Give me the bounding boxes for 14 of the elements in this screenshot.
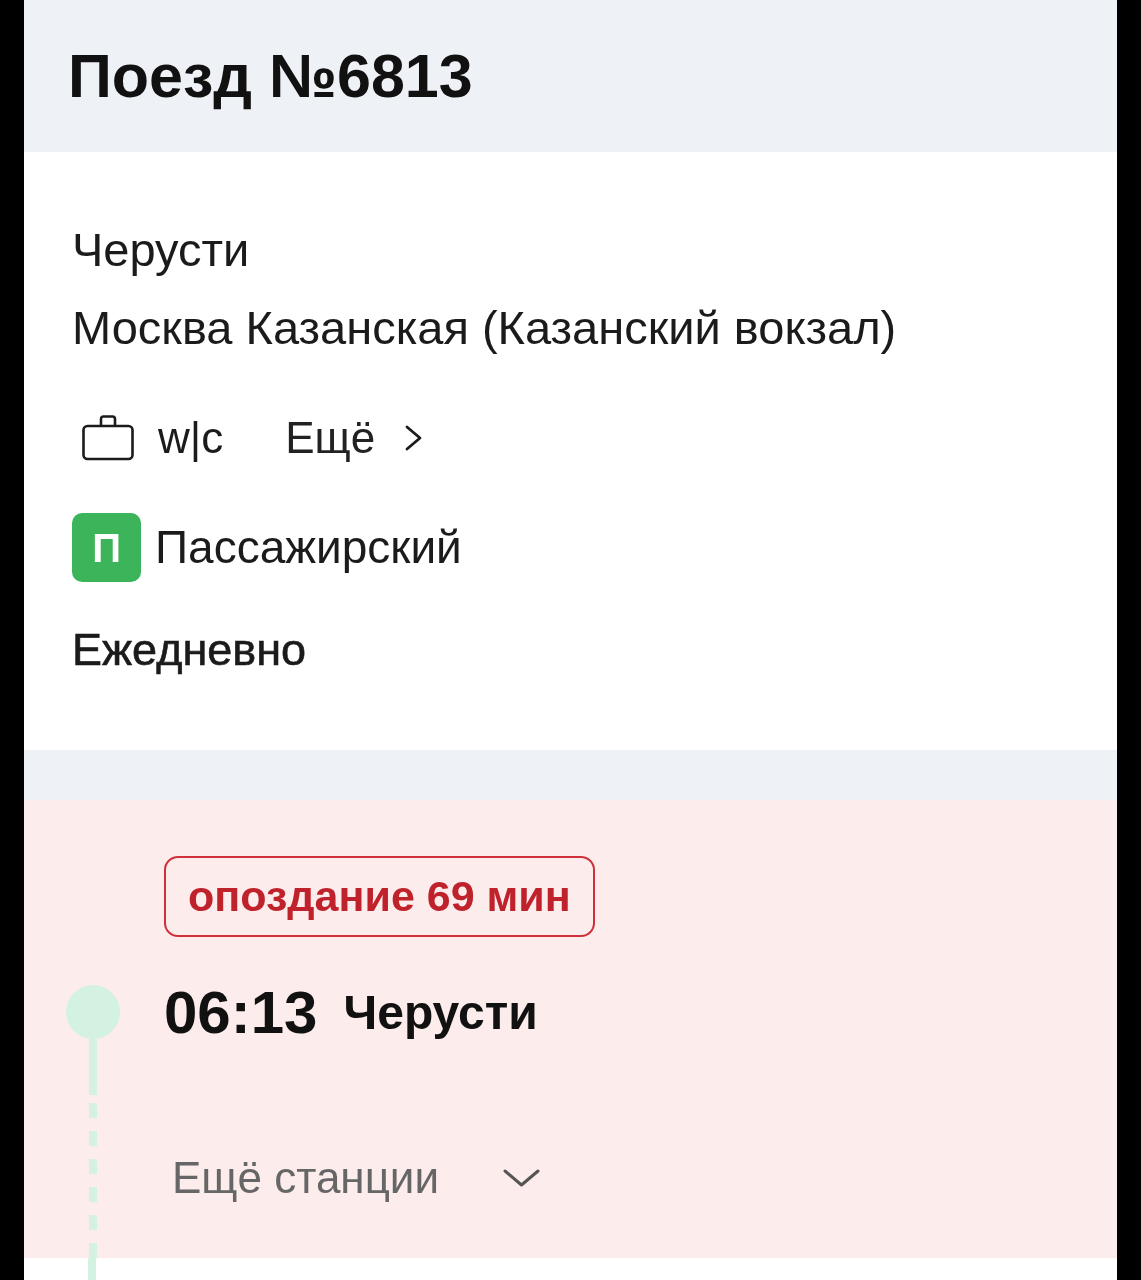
luggage-icon [82, 415, 134, 461]
route-station: Москва Казанская (Казанский вокзал) [72, 300, 897, 356]
train-category-tag: П [72, 513, 141, 582]
train-category-label: Пассажирский [155, 520, 462, 575]
schedule-text: Ежедневно [72, 623, 307, 677]
more-stations-toggle[interactable]: Ещё станции [164, 1150, 541, 1206]
route-station: Черусти [72, 222, 250, 278]
more-amenities-link[interactable]: Ещё [285, 408, 423, 468]
arrival-time: 06:13 [164, 985, 318, 1041]
stop-dot-icon [66, 985, 120, 1039]
toilet-label: w|c [158, 412, 224, 464]
station-name: Черусти [343, 985, 538, 1041]
delay-tag: опоздание 69 мин [164, 856, 595, 937]
chevron-right-icon [405, 425, 423, 451]
